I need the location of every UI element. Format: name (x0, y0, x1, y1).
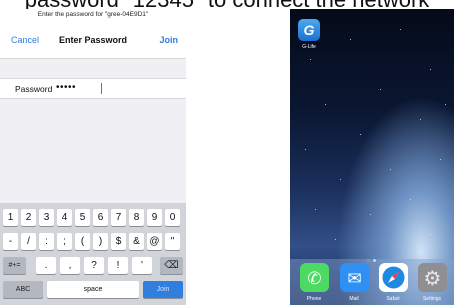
keyboard-row-punctuation: #+= . , ? ! ' ⌫ (0, 257, 186, 275)
cancel-button[interactable]: Cancel (11, 35, 39, 45)
keyboard: 1 2 3 4 5 6 7 8 9 0 - / : ; ( ) $ & @ " … (0, 203, 186, 305)
empty-area (0, 99, 186, 203)
key[interactable]: ; (57, 233, 72, 250)
key[interactable]: ( (75, 233, 90, 250)
password-input[interactable]: ••••• (56, 82, 76, 93)
password-prompt: Enter the password for "gree-04E9D1" (37, 11, 149, 18)
key[interactable]: ' (132, 257, 152, 274)
delete-icon[interactable]: ⌫ (160, 257, 183, 274)
abc-key[interactable]: ABC (3, 281, 43, 298)
settings-icon[interactable]: ⚙ (418, 263, 447, 292)
key[interactable]: - (3, 233, 18, 250)
key[interactable]: 8 (129, 209, 144, 226)
space-key[interactable]: space (47, 281, 139, 298)
key[interactable]: 5 (75, 209, 90, 226)
nav-bar: Enter Password Cancel Join (0, 31, 186, 51)
key[interactable]: . (36, 257, 56, 274)
key[interactable]: , (60, 257, 80, 274)
key[interactable]: / (21, 233, 36, 250)
keyboard-row-symbols: - / : ; ( ) $ & @ " (0, 233, 186, 251)
shift-symbols-key[interactable]: #+= (3, 257, 26, 274)
join-button[interactable]: Join (159, 35, 178, 45)
password-label: Password (15, 84, 53, 94)
g-life-app-label: G-Life (302, 44, 316, 50)
key[interactable]: 3 (39, 209, 54, 226)
key[interactable]: 7 (111, 209, 126, 226)
text-caret (101, 83, 102, 94)
key[interactable]: " (165, 233, 180, 250)
section-spacer (0, 59, 186, 78)
safari-icon[interactable] (379, 263, 408, 292)
dock-label-mail: Mail (349, 296, 359, 302)
key[interactable]: 9 (147, 209, 162, 226)
keyboard-row-numbers: 1 2 3 4 5 6 7 8 9 0 (0, 209, 186, 227)
key[interactable]: 0 (165, 209, 180, 226)
key[interactable]: $ (111, 233, 126, 250)
key[interactable]: 2 (21, 209, 36, 226)
g-life-app-icon[interactable]: G (298, 19, 320, 41)
key[interactable]: & (129, 233, 144, 250)
key[interactable]: @ (147, 233, 162, 250)
keyboard-row-bottom: ABC space Join (0, 281, 186, 299)
key[interactable]: 1 (3, 209, 18, 226)
join-key[interactable]: Join (143, 281, 183, 298)
key[interactable]: ? (84, 257, 104, 274)
dock-label-phone: Phone (306, 296, 322, 302)
password-field[interactable]: Password ••••• (0, 78, 186, 99)
dock-label-safari: Safari (386, 296, 400, 302)
mail-icon[interactable]: ✉ (340, 263, 369, 292)
dock: ✆ Phone ✉ Mail Safari ⚙ Settings (290, 259, 454, 305)
key[interactable]: : (39, 233, 54, 250)
key[interactable]: ! (108, 257, 128, 274)
svg-text:✉: ✉ (347, 269, 361, 289)
key[interactable]: ) (93, 233, 108, 250)
key[interactable]: 4 (57, 209, 72, 226)
home-screen: G G-Life ✆ Phone ✉ Mail Safari ⚙ Setting… (290, 9, 454, 305)
key[interactable]: 6 (93, 209, 108, 226)
phone-icon[interactable]: ✆ (300, 263, 329, 292)
enter-password-screen: Enter the password for "gree-04E9D1" Ent… (0, 9, 186, 305)
dock-label-settings: Settings (422, 296, 442, 302)
svg-text:⚙: ⚙ (424, 266, 442, 290)
svg-text:✆: ✆ (307, 269, 321, 289)
svg-text:G: G (304, 22, 315, 38)
